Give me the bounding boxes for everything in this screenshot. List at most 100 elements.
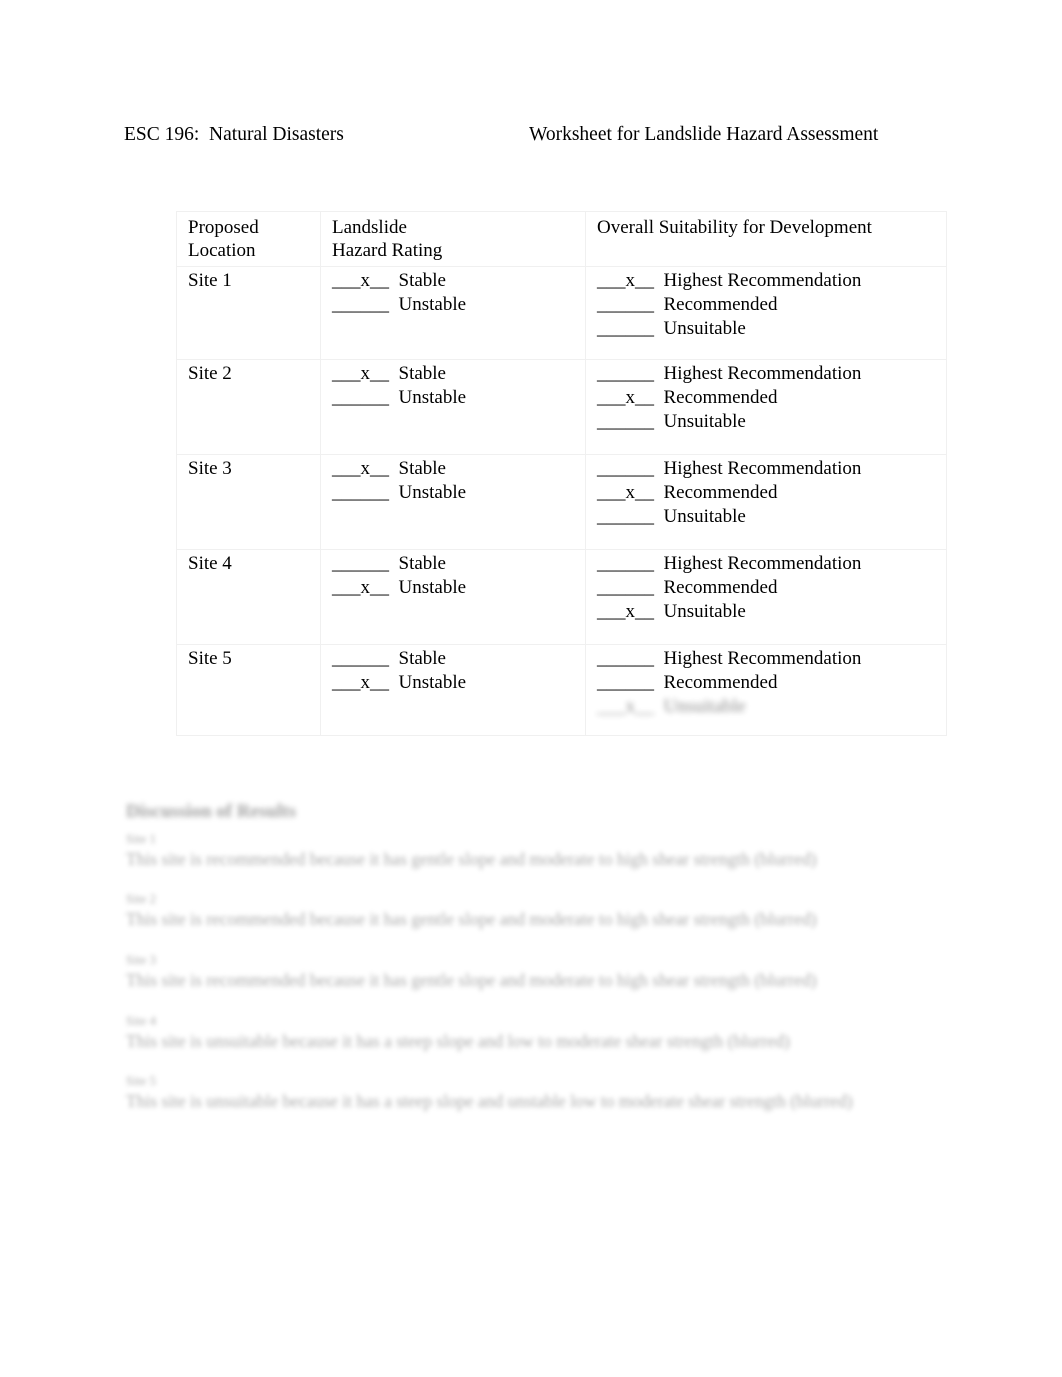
option-line[interactable]: ______ Unstable [332, 386, 585, 410]
option-label: Highest Recommendation [663, 270, 862, 292]
option-label: Highest Recommendation [663, 648, 862, 670]
option-label: Stable [398, 553, 447, 575]
checkbox-blank-empty[interactable]: ______ [332, 481, 389, 505]
landslide-hazard-table: Proposed Location Landslide Hazard Ratin… [176, 210, 947, 737]
discussion-block: Site 2 This site is recommended because i… [126, 891, 956, 931]
option-line[interactable]: ______ Unstable [332, 293, 585, 317]
option-line[interactable]: ___x__ Unstable [332, 671, 585, 695]
header-line-2: Location [188, 240, 256, 262]
cell-location: Site 4 [176, 549, 321, 646]
option-label: Highest Recommendation [663, 363, 862, 385]
option-line[interactable]: ______ Highest Recommendation [597, 552, 946, 576]
checkbox-blank-marked[interactable]: ___x__ [332, 362, 389, 386]
option-label: Stable [398, 270, 447, 292]
option-line[interactable]: ___x__ Stable [332, 457, 585, 481]
discussion-text: This site is recommended because it has … [126, 909, 817, 930]
option-label: Recommended [663, 672, 778, 694]
site-label: Site 4 [188, 553, 232, 575]
checkbox-blank-empty[interactable]: ______ [597, 457, 654, 481]
option-line[interactable]: ___x__ Stable [332, 269, 585, 293]
checkbox-blank-empty[interactable]: ______ [597, 505, 654, 529]
checkbox-blank-marked[interactable]: ___x__ [332, 269, 389, 293]
option-line[interactable]: ______ Recommended [597, 293, 946, 317]
checkbox-blank-empty[interactable]: ______ [597, 317, 654, 341]
checkbox-blank-empty[interactable]: ______ [597, 576, 654, 600]
checkbox-blank-marked[interactable]: ___x__ [332, 671, 389, 695]
cell-overall-suitability: ______ Highest Recommendation ___x__ Reco… [585, 454, 947, 551]
option-line[interactable]: ___x__ Unsuitable [597, 600, 946, 624]
option-line[interactable]: ______ Stable [332, 647, 585, 671]
checkbox-blank-empty[interactable]: ______ [332, 552, 389, 576]
checkbox-blank-marked[interactable]: ___x__ [597, 695, 654, 719]
option-line[interactable]: ___x__ Recommended [597, 481, 946, 505]
header-line-1: Proposed [188, 217, 259, 238]
option-line[interactable]: ______ Unsuitable [597, 410, 946, 434]
option-line[interactable]: ______ Unsuitable [597, 505, 946, 529]
checkbox-blank-empty[interactable]: ______ [597, 671, 654, 695]
checkbox-blank-marked[interactable]: ___x__ [597, 269, 654, 293]
discussion-block: Site 1 This site is recommended because i… [126, 831, 956, 871]
option-label: Stable [398, 363, 447, 385]
checkbox-blank-empty[interactable]: ______ [597, 647, 654, 671]
option-line[interactable]: ______ Unsuitable [597, 317, 946, 341]
checkbox-blank-empty[interactable]: ______ [597, 293, 654, 317]
checkbox-blank-empty[interactable]: ______ [332, 293, 389, 317]
cell-hazard-rating: ___x__ Stable ______ Unstable [320, 359, 586, 456]
checkbox-blank-empty[interactable]: ______ [597, 552, 654, 576]
option-line[interactable]: ______ Recommended [597, 576, 946, 600]
table-row: Site 3 ___x__ Stable ______ Unstable ______… [176, 454, 947, 551]
discussion-text: This site is unsuitable because it has a… [126, 1030, 790, 1051]
option-label: Recommended [663, 482, 778, 504]
checkbox-blank-marked[interactable]: ___x__ [597, 481, 654, 505]
table-header-row: Proposed Location Landslide Hazard Ratin… [176, 210, 947, 268]
option-line[interactable]: ______ Unstable [332, 481, 585, 505]
option-line[interactable]: ______ Recommended [597, 671, 946, 695]
checkbox-blank-marked[interactable]: ___x__ [597, 600, 654, 624]
discussion-text: This site is unsuitable because it has a… [126, 1091, 853, 1112]
option-line[interactable]: ______ Highest Recommendation [597, 362, 946, 386]
option-line[interactable]: ______ Highest Recommendation [597, 647, 946, 671]
discussion-section: Discussion of Results Site 1 This site is… [126, 800, 956, 1134]
checkbox-blank-empty[interactable]: ______ [597, 410, 654, 434]
option-line[interactable]: ______ Highest Recommendation [597, 457, 946, 481]
cell-hazard-rating: ___x__ Stable ______ Unstable [320, 454, 586, 551]
table-row: Site 5 ______ Stable ___x__ Unstable ______… [176, 644, 947, 737]
discussion-section-title: Discussion of Results [126, 801, 296, 822]
option-label: Highest Recommendation [663, 553, 862, 575]
checkbox-blank-marked[interactable]: ___x__ [332, 576, 389, 600]
option-label: Recommended [663, 577, 778, 599]
discussion-block: Site 5 This site is unsuitable because it… [126, 1073, 956, 1113]
option-line[interactable]: ___x__ Unstable [332, 576, 585, 600]
checkbox-blank-empty[interactable]: ______ [332, 386, 389, 410]
option-label: Unstable [398, 294, 467, 316]
option-label: Unstable [398, 672, 467, 694]
checkbox-blank-marked[interactable]: ___x__ [332, 457, 389, 481]
option-line[interactable]: ___x__ Unsuitable [597, 695, 946, 719]
option-label: Recommended [663, 294, 778, 316]
column-header-proposed-location: Proposed Location [176, 210, 321, 268]
header-line-1: Landslide [332, 217, 407, 238]
option-line[interactable]: ___x__ Recommended [597, 386, 946, 410]
site-label: Site 5 [188, 648, 232, 670]
option-line[interactable]: ___x__ Highest Recommendation [597, 269, 946, 293]
checkbox-blank-empty[interactable]: ______ [597, 362, 654, 386]
option-line[interactable]: ______ Stable [332, 552, 585, 576]
site-label: Site 2 [188, 363, 232, 385]
cell-overall-suitability: ______ Highest Recommendation ___x__ Reco… [585, 359, 947, 456]
cell-overall-suitability: ______ Highest Recommendation ______ Reco… [585, 644, 947, 737]
checkbox-blank-empty[interactable]: ______ [332, 647, 389, 671]
cell-location: Site 3 [176, 454, 321, 551]
checkbox-blank-marked[interactable]: ___x__ [597, 386, 654, 410]
site-label: Site 1 [188, 270, 232, 292]
option-line[interactable]: ___x__ Stable [332, 362, 585, 386]
